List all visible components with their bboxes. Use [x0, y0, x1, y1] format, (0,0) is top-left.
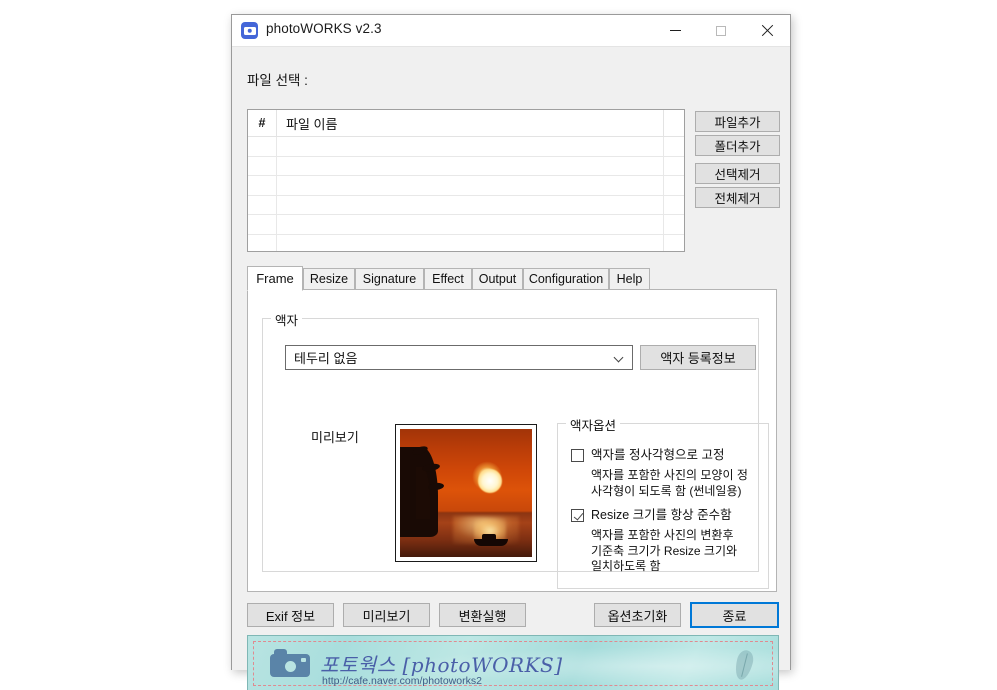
exit-button[interactable]: 종료	[690, 602, 779, 628]
tab-output[interactable]: Output	[472, 268, 523, 290]
reset-options-button[interactable]: 옵션초기화	[594, 603, 681, 627]
exif-info-button[interactable]: Exif 정보	[247, 603, 334, 627]
remove-selected-button[interactable]: 선택제거	[695, 163, 780, 184]
frame-options-group-label: 액자옵션	[566, 415, 621, 434]
option-square-frame-description: 액자를 포함한 사진의 모양이 정 사각형이 되도록 함 (썬네일용)	[591, 468, 748, 498]
convert-button[interactable]: 변환실행	[439, 603, 526, 627]
option-respect-resize-description: 액자를 포함한 사진의 변환후 기준축 크기가 Resize 크기와 일치하도록…	[591, 528, 738, 573]
file-list-row[interactable]	[248, 195, 684, 215]
close-button[interactable]	[744, 15, 790, 46]
tab-help[interactable]: Help	[609, 268, 650, 290]
add-folder-button[interactable]: 폴더추가	[695, 135, 780, 156]
column-header-filename: 파일 이름	[286, 116, 338, 132]
frame-group-label: 액자	[271, 310, 303, 329]
preview-frame	[395, 424, 537, 562]
file-list-header: # 파일 이름	[248, 110, 684, 137]
tab-configuration[interactable]: Configuration	[523, 268, 609, 290]
maximize-button[interactable]	[698, 15, 744, 46]
banner-title: 포토웍스 [photoWORKS]	[320, 653, 563, 677]
screen: photoWORKS v2.3 파일 선택 : # 파일 이름 파일추가 폴더추…	[0, 0, 997, 690]
column-header-spacer	[663, 110, 684, 136]
boat-shape	[473, 539, 508, 547]
sunset-photo-preview	[400, 429, 532, 557]
tab-resize[interactable]: Resize	[303, 268, 355, 290]
tab-frame[interactable]: Frame	[247, 266, 303, 291]
tab-strip: Frame Resize Signature Effect Output Con…	[247, 266, 777, 291]
frame-select[interactable]: 테두리 없음	[285, 345, 633, 370]
title-bar: photoWORKS v2.3	[232, 15, 790, 47]
column-header-index: #	[248, 110, 277, 136]
tab-effect[interactable]: Effect	[424, 268, 472, 290]
tree-silhouette	[427, 481, 445, 491]
preview-button[interactable]: 미리보기	[343, 603, 430, 627]
chevron-down-icon	[615, 354, 623, 362]
sun-shape	[477, 468, 502, 493]
window-title: photoWORKS v2.3	[266, 21, 382, 36]
file-list-row[interactable]	[248, 137, 684, 157]
checkbox-square-frame-icon[interactable]	[571, 449, 584, 462]
file-select-label: 파일 선택 :	[247, 73, 308, 88]
frame-options-group: 액자옵션 액자를 정사각형으로 고정 액자를 포함한 사진의 모양이 정 사각형…	[557, 415, 769, 589]
option-respect-resize-label: Resize 크기를 항상 준수함	[591, 508, 732, 522]
camera-icon	[270, 649, 310, 677]
frame-select-value: 테두리 없음	[294, 351, 358, 366]
app-window: photoWORKS v2.3 파일 선택 : # 파일 이름 파일추가 폴더추…	[231, 14, 791, 690]
tab-panel-frame: 액자 테두리 없음 액자 등록정보 미리보기 액자옵션 액자를 정사각형으로 고…	[247, 289, 777, 592]
file-list-row[interactable]	[248, 156, 684, 176]
frame-info-button[interactable]: 액자 등록정보	[640, 345, 756, 370]
window-client-area: 파일 선택 : # 파일 이름 파일추가 폴더추가 선택제거 전체제거 Fram…	[232, 47, 790, 690]
option-respect-resize[interactable]: Resize 크기를 항상 준수함	[571, 508, 732, 523]
checkbox-respect-resize-icon[interactable]	[571, 509, 584, 522]
preview-label: 미리보기	[311, 430, 359, 445]
banner-url[interactable]: http://cafe.naver.com/photoworks2	[322, 675, 482, 687]
add-file-button[interactable]: 파일추가	[695, 111, 780, 132]
promo-banner[interactable]: 포토웍스 [photoWORKS] http://cafe.naver.com/…	[247, 635, 779, 690]
minimize-button[interactable]	[652, 15, 698, 46]
file-list-row[interactable]	[248, 176, 684, 196]
camera-app-icon	[241, 22, 258, 39]
remove-all-button[interactable]: 전체제거	[695, 187, 780, 208]
file-list-row[interactable]	[248, 215, 684, 235]
tab-signature[interactable]: Signature	[355, 268, 424, 290]
option-square-frame-label: 액자를 정사각형으로 고정	[591, 448, 725, 462]
option-square-frame[interactable]: 액자를 정사각형으로 고정	[571, 448, 724, 463]
frame-group: 액자 테두리 없음 액자 등록정보 미리보기 액자옵션 액자를 정사각형으로 고…	[262, 310, 769, 589]
file-list[interactable]: # 파일 이름	[247, 109, 685, 252]
file-list-row[interactable]	[248, 234, 684, 251]
